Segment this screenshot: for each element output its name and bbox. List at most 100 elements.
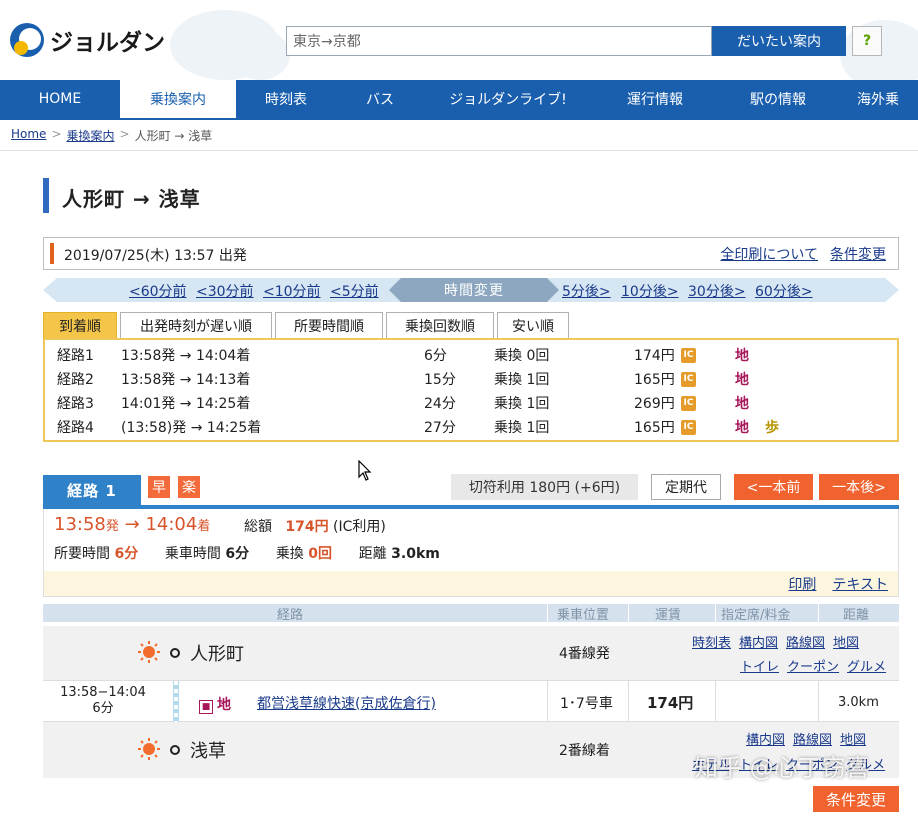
change-conditions-link[interactable]: 条件変更 [830,244,886,264]
route-label: 経路2 [57,372,94,388]
search-input[interactable] [286,26,712,56]
summary-dep-suffix: 発 [105,519,119,534]
segment-line-link[interactable]: 都営浅草線快速(京成佐倉行) [257,693,436,713]
site-logo[interactable]: ジョルダン [10,22,165,58]
nav-bus[interactable]: バス [336,80,424,118]
route-map-link[interactable]: 路線図 [793,729,832,748]
commuter-pass-button[interactable]: 定期代 [651,474,721,500]
station-map-link[interactable]: 構内図 [746,729,785,748]
search-button[interactable]: だいたい案内 [712,26,846,56]
ic-card-icon: IC [681,395,696,411]
col-boarding-position: 乗車位置 [557,608,610,623]
next-train-button[interactable]: 一本後> [819,474,899,500]
route-map-link[interactable]: 路線図 [786,632,825,651]
col-route: 経路 [277,608,304,623]
shift-30-before[interactable]: <30分前 [196,281,254,301]
title-accent-bar [43,178,49,213]
station-name-departure[interactable]: 人形町 [170,640,244,666]
route-time: 13:58発 → 14:04着 [121,348,251,364]
route-duration: 6分 [424,348,447,364]
previous-train-button[interactable]: <一本前 [734,474,813,500]
route-segment-row: 13:58−14:04 6分 ■ 地 都営浅草線快速(京成佐倉行) 1･7号車 1… [43,680,899,723]
shift-60-after[interactable]: 60分後> [755,281,813,301]
breadcrumb-home[interactable]: Home [11,127,46,144]
map-link[interactable]: 地図 [833,632,859,651]
summary-departure: 13:58 [54,514,106,535]
route-transfers: 乗換 1回 [494,372,550,388]
header-separator [818,604,819,622]
breadcrumb-separator: > [119,127,130,141]
segment-line-bar [173,681,179,723]
nav-jorudan-live[interactable]: ジョルダンライブ! [424,80,592,118]
gourmet-link[interactable]: グルメ [847,656,886,675]
summary-total: 総額 174円 (IC利用) [244,516,386,536]
text-link[interactable]: テキスト [832,574,888,594]
nav-service-info[interactable]: 運行情報 [592,80,718,118]
route-duration: 27分 [424,420,456,436]
route-1-tab[interactable]: 経路 1 [43,475,141,505]
easy-badge: 楽 [178,476,200,498]
ic-card-icon: IC [681,347,696,363]
station-name-arrival[interactable]: 浅草 [170,737,226,763]
time-shift-bar: <60分前 <30分前 <10分前 <5分前 時間変更 5分後> 10分後> 3… [43,278,899,302]
required-time-label: 所要時間 [54,546,110,562]
nav-home[interactable]: HOME [0,80,120,118]
route-transfers: 乗換 0回 [494,348,550,364]
timetable-link[interactable]: 時刻表 [692,632,731,651]
departure-platform: 4番線発 [559,646,610,662]
subway-icon: 地 [735,420,749,436]
shift-10-before[interactable]: <10分前 [263,281,321,301]
header-cloud-decoration [230,30,290,80]
shift-10-after[interactable]: 10分後> [621,281,679,301]
breadcrumb-separator: > [51,127,62,141]
nav-station-info[interactable]: 駅の情報 [718,80,838,118]
subway-icon: 地 [735,348,749,364]
page-title: 人形町 → 浅草 [62,187,201,211]
print-link[interactable]: 印刷 [788,574,816,594]
ticket-fare-pill: 切符利用 180円 (+6円) [451,474,638,500]
tab-sort-duration[interactable]: 所要時間順 [275,312,383,338]
station-map-link[interactable]: 構内図 [739,632,778,651]
detail-table-header: 経路 乗車位置 運賃 指定席/料金 距離 [43,604,899,623]
route-label: 経路4 [57,420,94,436]
route-transfers: 乗換 1回 [494,420,550,436]
tab-sort-arrival[interactable]: 到着順 [43,312,117,338]
watermark-text: 知乎 @心丁窃喜 [694,754,870,782]
shift-60-before[interactable]: <60分前 [129,281,187,301]
route-label: 経路1 [57,348,94,364]
map-link[interactable]: 地図 [840,729,866,748]
total-note: (IC利用) [333,519,386,535]
col-distance: 距離 [843,608,870,623]
reserved-seat-icon: ■ [199,700,213,714]
help-button[interactable]: ? [852,26,882,56]
shift-5-before[interactable]: <5分前 [330,281,379,301]
nav-transfer[interactable]: 乗換案内 [120,80,236,118]
column-separator [818,681,819,723]
header-separator [547,604,548,622]
print-all-link[interactable]: 全印刷について [720,244,818,264]
tab-sort-latest-departure[interactable]: 出発時刻が遅い順 [120,312,272,338]
summary-arr-suffix: 着 [197,519,211,534]
coupon-link[interactable]: クーポン [787,656,839,675]
shift-30-after[interactable]: 30分後> [688,281,746,301]
nav-timetable[interactable]: 時刻表 [236,80,336,118]
tab-sort-transfers[interactable]: 乗換回数順 [386,312,494,338]
segment-car-position: 1･7号車 [560,696,613,712]
breadcrumb-transfer[interactable]: 乗換案内 [67,127,115,144]
route-time: 14:01発 → 14:25着 [121,396,251,412]
segment-duration: 6分 [92,701,114,716]
nav-overseas[interactable]: 海外乗 [838,80,918,118]
time-change-button[interactable]: 時間変更 [389,278,559,302]
breadcrumb: Home > 乗換案内 > 人形町 → 浅草 [11,127,212,144]
route-label: 経路3 [57,396,94,412]
toilet-link[interactable]: トイレ [740,656,779,675]
route-fare: 165円 [634,420,675,436]
station-name-text: 人形町 [190,644,244,665]
site-header: ジョルダン だいたい案内 ? [0,0,918,80]
route-time: 13:58発 → 14:13着 [121,372,251,388]
shift-5-after[interactable]: 5分後> [562,281,611,301]
total-value: 174円 [285,519,329,535]
tab-sort-cheapest[interactable]: 安い順 [497,312,569,338]
floating-change-conditions-button[interactable]: 条件変更 [813,786,899,812]
route-fare: 174円 [634,348,675,364]
